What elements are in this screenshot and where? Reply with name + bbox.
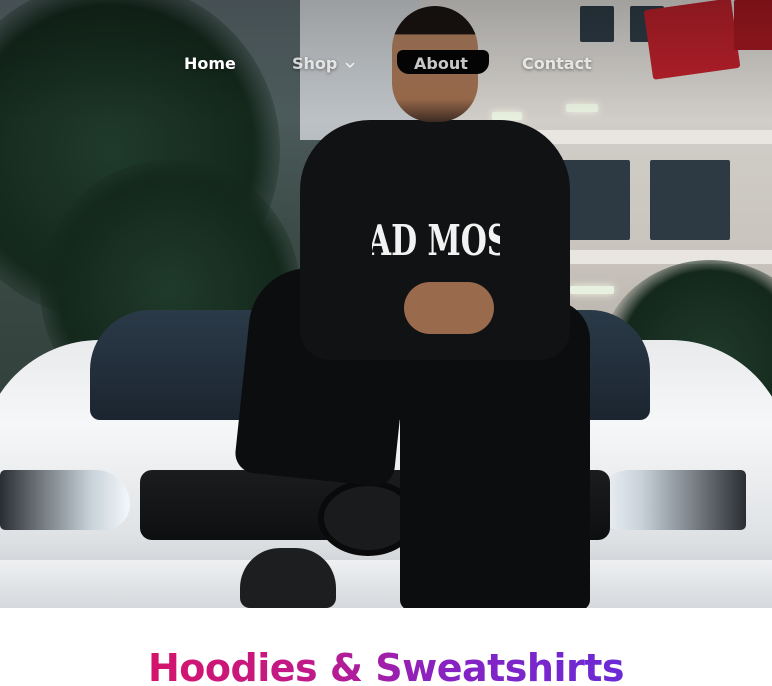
nav-item-contact[interactable]: Contact xyxy=(522,50,592,78)
nav-item-contact-label: Contact xyxy=(522,54,592,73)
nav-item-home-label: Home xyxy=(184,54,236,73)
page: BAD MOSS Home Shop About Contact Hoodies… xyxy=(0,0,772,686)
hoodie-print: BAD MOSS xyxy=(372,216,500,265)
person-slipper xyxy=(240,548,336,608)
section-title-text: Hoodies & Sweatshirts xyxy=(148,646,625,686)
car-bumper xyxy=(0,560,772,608)
section-title: Hoodies & Sweatshirts xyxy=(0,642,772,686)
person-hands xyxy=(404,282,494,334)
hoodie-print-text: BAD MOSS xyxy=(372,216,500,265)
nav-item-home[interactable]: Home xyxy=(184,50,236,78)
nav-item-about[interactable]: About xyxy=(414,50,468,78)
nav-item-shop-label: Shop xyxy=(292,54,338,73)
car-headlight-left xyxy=(0,470,130,530)
hero-image: BAD MOSS xyxy=(0,0,772,608)
nav-item-about-label: About xyxy=(414,54,468,73)
main-navigation: Home Shop About Contact xyxy=(0,50,772,78)
car-headlight-right xyxy=(596,470,746,530)
chevron-down-icon[interactable] xyxy=(345,60,355,70)
nav-item-shop[interactable]: Shop xyxy=(292,50,355,78)
